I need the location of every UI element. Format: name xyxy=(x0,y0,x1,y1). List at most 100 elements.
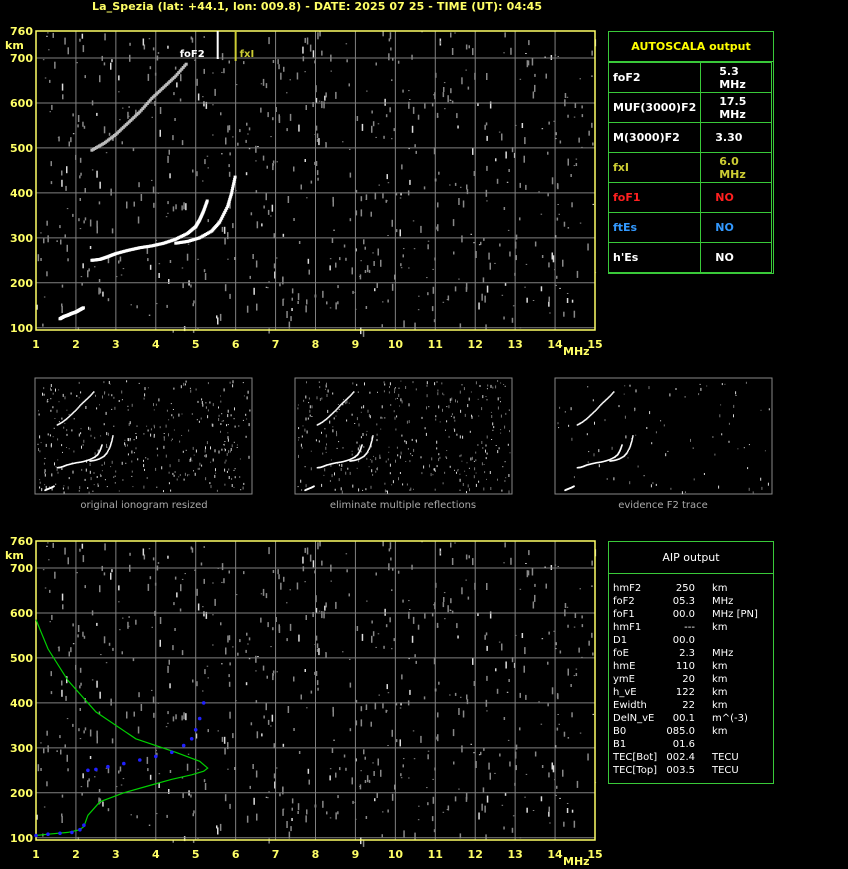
thumbnail-speck xyxy=(327,409,329,413)
noise-speck xyxy=(447,95,449,103)
thumbnail-speck xyxy=(171,438,173,440)
noise-speck xyxy=(366,265,369,273)
x-tick-label: 4 xyxy=(152,848,160,861)
thumbnail-speck xyxy=(224,450,226,452)
thumbnail-speck xyxy=(408,403,410,407)
noise-speck xyxy=(494,772,496,774)
noise-speck xyxy=(524,796,526,798)
noise-speck xyxy=(148,38,151,40)
thumbnail-speck xyxy=(71,429,73,432)
thumbnail-speck xyxy=(93,472,95,474)
noise-speck xyxy=(403,248,405,250)
noise-speck xyxy=(96,226,98,234)
thumbnail-speck xyxy=(57,438,59,441)
noise-speck xyxy=(46,220,48,226)
noise-speck xyxy=(77,625,80,632)
noise-speck xyxy=(395,739,398,743)
noise-speck xyxy=(575,673,578,676)
noise-speck xyxy=(547,193,549,197)
noise-speck xyxy=(283,66,285,72)
noise-speck xyxy=(84,585,86,589)
thumbnail-trace xyxy=(101,444,103,446)
thumbnail-speck xyxy=(114,475,116,477)
noise-speck xyxy=(77,124,79,128)
x-tick-label: 2 xyxy=(72,848,80,861)
noise-speck xyxy=(387,235,389,236)
noise-speck xyxy=(424,613,426,619)
thumbnail-speck xyxy=(234,407,235,411)
noise-speck xyxy=(414,654,416,658)
noise-speck xyxy=(173,602,175,606)
noise-speck xyxy=(272,60,275,63)
noise-speck xyxy=(544,56,546,58)
thumbnail-speck xyxy=(466,491,467,494)
noise-speck xyxy=(88,268,90,272)
autoscala-row: M(3000)F2 3.30 xyxy=(607,122,772,153)
noise-speck xyxy=(221,736,224,742)
noise-speck xyxy=(262,588,265,596)
thumbnail-speck xyxy=(481,441,483,444)
thumbnail-speck xyxy=(311,405,313,409)
noise-speck xyxy=(65,185,67,191)
thumbnail-speck xyxy=(402,483,404,486)
noise-speck xyxy=(335,302,337,310)
noise-speck xyxy=(56,240,58,242)
noise-speck xyxy=(103,126,106,134)
thumbnail-speck xyxy=(300,443,302,447)
noise-speck xyxy=(276,257,278,259)
thumbnail-speck xyxy=(490,411,492,413)
noise-speck xyxy=(412,106,415,114)
thumbnail-trace xyxy=(353,391,355,393)
noise-speck xyxy=(82,555,85,563)
thumbnail-speck xyxy=(492,429,494,431)
noise-speck xyxy=(352,290,354,294)
thumbnail-speck xyxy=(442,482,444,485)
thumbnail-speck xyxy=(637,465,639,468)
noise-speck xyxy=(167,212,169,214)
noise-speck xyxy=(437,712,439,718)
thumbnail-speck xyxy=(426,406,427,410)
thumbnail-speck xyxy=(669,393,671,397)
aip-row: hmF1 --- km xyxy=(613,621,773,634)
noise-speck xyxy=(267,622,269,628)
thumbnail-trace xyxy=(111,439,113,441)
thumbnail-speck xyxy=(345,471,347,475)
noise-speck xyxy=(300,694,302,700)
thumbnail-speck xyxy=(84,478,86,481)
noise-speck xyxy=(67,557,69,565)
noise-speck xyxy=(345,553,348,555)
thumbnail-speck xyxy=(51,473,53,477)
x-tick-label: 7 xyxy=(272,848,280,861)
noise-speck xyxy=(343,244,346,248)
noise-speck xyxy=(228,125,231,131)
thumbnail-speck xyxy=(387,458,389,461)
thumbnail-speck xyxy=(326,394,328,397)
noise-speck xyxy=(573,626,576,628)
thumbnail-speck xyxy=(346,400,348,404)
noise-speck xyxy=(383,135,385,139)
noise-speck xyxy=(437,202,439,208)
thumbnail-speck xyxy=(568,424,570,427)
noise-speck xyxy=(563,311,565,317)
noise-speck xyxy=(528,40,530,46)
thumbnail-speck xyxy=(309,405,311,409)
thumbnail-speck xyxy=(43,462,45,465)
noise-speck xyxy=(207,167,209,169)
thumbnail-speck xyxy=(376,439,378,442)
thumbnail-speck xyxy=(163,436,165,438)
noise-speck xyxy=(232,136,234,138)
noise-speck xyxy=(44,587,47,589)
noise-speck xyxy=(548,262,550,268)
noise-speck xyxy=(591,50,593,56)
thumbnail-speck xyxy=(429,464,430,468)
noise-speck xyxy=(447,605,449,613)
aip-unit: MHz [PN] xyxy=(712,609,758,620)
noise-speck xyxy=(290,826,292,832)
thumbnail-speck xyxy=(358,488,360,492)
noise-speck xyxy=(319,31,321,37)
thumbnail-speck xyxy=(157,454,159,457)
noise-speck xyxy=(276,767,278,769)
noise-speck xyxy=(183,202,185,210)
noise-speck xyxy=(87,780,89,788)
noise-speck xyxy=(282,277,284,285)
